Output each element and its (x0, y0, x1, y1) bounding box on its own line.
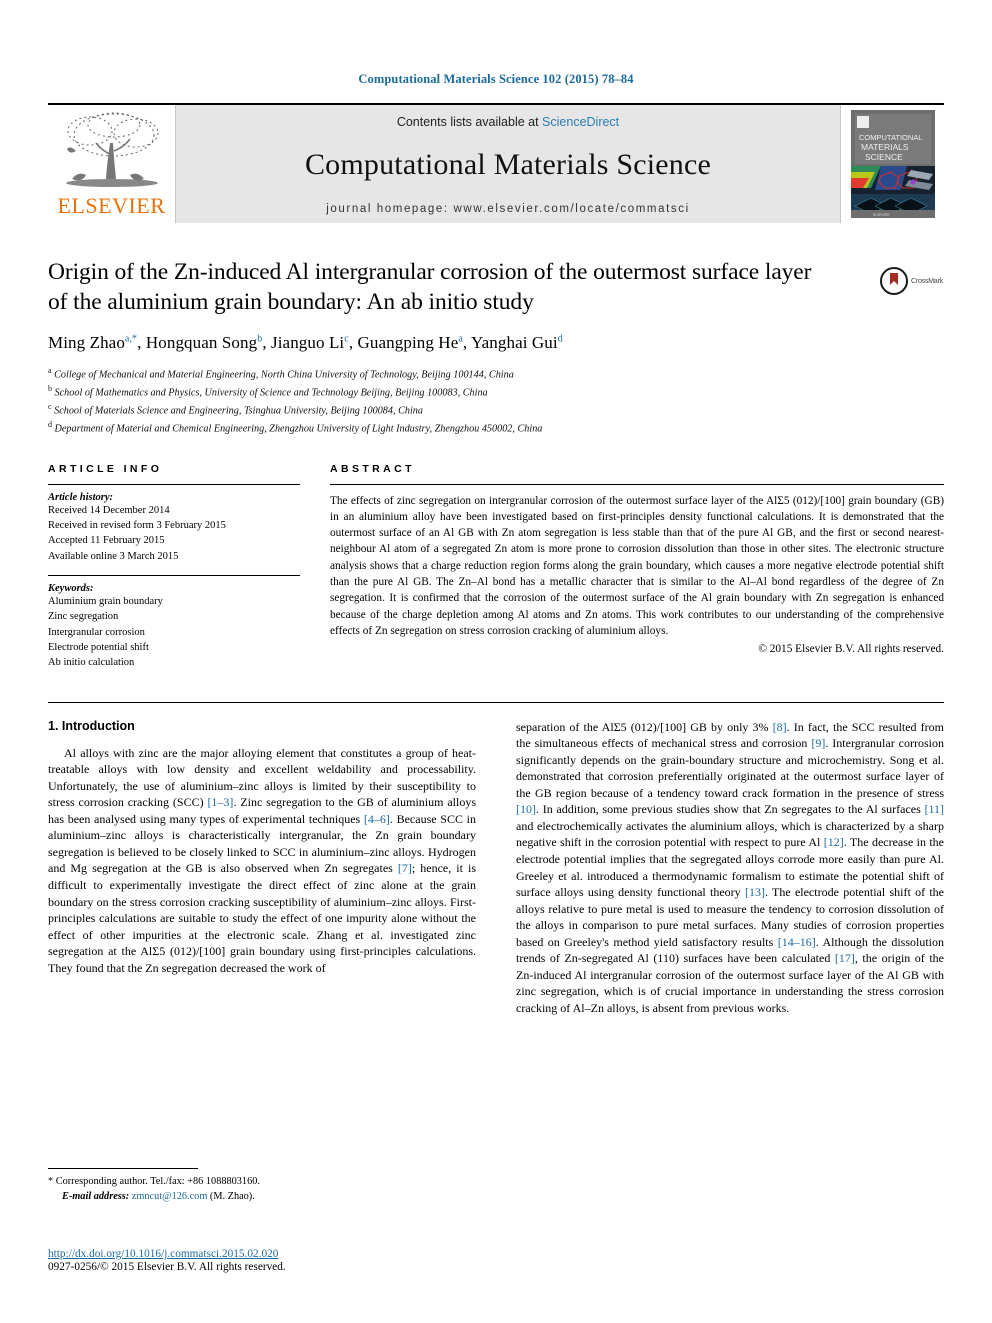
author-name: Hongquan Song (145, 333, 258, 353)
issn-copyright: 0927-0256/© 2015 Elsevier B.V. All right… (48, 1261, 286, 1273)
contents-prefix: Contents lists available at (396, 115, 543, 129)
journal-homepage-link[interactable]: journal homepage: www.elsevier.com/locat… (326, 203, 689, 215)
body-column-right: separation of the AlΣ5 (012)/[100] GB by… (516, 719, 944, 1017)
citation-link[interactable]: [8] (773, 720, 787, 734)
email-suffix: (M. Zhao). (209, 1190, 255, 1202)
footer-block: http://dx.doi.org/10.1016/j.commatsci.20… (48, 1248, 478, 1273)
keyword-item: Ab initio calculation (48, 657, 135, 669)
keywords-lines: Aluminium grain boundary Zinc segregation… (48, 594, 300, 671)
article-history: Article history: Received 14 December 20… (48, 485, 300, 573)
citation-link[interactable]: [4–6] (364, 812, 390, 826)
author-affiliation-mark: c (344, 333, 349, 345)
running-head: Computational Materials Science 102 (201… (358, 72, 634, 86)
page-title: Origin of the Zn-induced Al intergranula… (48, 259, 812, 316)
email-link[interactable]: zmncut@126.com (132, 1191, 208, 1202)
keyword-item: Electrode potential shift (48, 641, 149, 653)
abstract-copyright: © 2015 Elsevier B.V. All rights reserved… (758, 643, 944, 656)
article-info-column: ARTICLE INFO Article history: Received 1… (48, 463, 300, 680)
svg-text:COMPUTATIONAL: COMPUTATIONAL (859, 133, 922, 142)
affiliation-mark: a (48, 366, 52, 376)
affiliation: d Department of Material and Chemical En… (48, 419, 543, 435)
svg-text:MATERIALS: MATERIALS (861, 142, 909, 152)
citation-link[interactable]: [12] (824, 835, 844, 849)
article-history-lines: Received 14 December 2014 Received in rev… (48, 503, 300, 564)
title-block: Origin of the Zn-induced Al intergranula… (48, 257, 944, 437)
citation-link[interactable]: [11] (924, 802, 944, 816)
crossmark-label: CrossMark (911, 277, 944, 285)
affiliation-mark: c (48, 401, 52, 411)
journal-title: Computational Materials Science (304, 148, 712, 181)
journal-masthead: ELSEVIER Contents lists available at Sci… (48, 103, 944, 223)
citation-link[interactable]: [1–3] (207, 795, 233, 809)
author-name: Guangping He (357, 333, 459, 353)
author-list: Ming Zhaoa,*, Hongquan Songb, Jianguo Li… (48, 333, 563, 353)
affiliation: a College of Mechanical and Material Eng… (48, 366, 514, 381)
doi-link[interactable]: http://dx.doi.org/10.1016/j.commatsci.20… (48, 1248, 478, 1260)
abstract-column: ABSTRACT The effects of zinc segregation… (330, 463, 944, 680)
affiliation-mark: b (48, 384, 52, 394)
article-history-label: Article history: (48, 491, 114, 503)
keyword-item: Aluminium grain boundary (48, 595, 163, 607)
intro-paragraph-right: separation of the AlΣ5 (012)/[100] GB by… (516, 719, 945, 1015)
citation-link[interactable]: [13] (745, 885, 765, 899)
article-history-item: Accepted 11 February 2015 (48, 535, 165, 547)
author-name: Ming Zhao (48, 333, 125, 353)
affiliation-list: a College of Mechanical and Material Eng… (48, 365, 944, 437)
author-affiliation-mark: a (458, 333, 463, 345)
article-info-heading: ARTICLE INFO (48, 462, 163, 475)
abstract-text: The effects of zinc segregation on inter… (330, 494, 944, 637)
journal-band: Contents lists available at ScienceDirec… (176, 105, 840, 223)
author-affiliation-mark: d (557, 333, 563, 345)
body-separator-rule (48, 701, 944, 703)
body-column-left: 1. Introduction Al alloys with zinc are … (48, 719, 476, 1017)
citation-link[interactable]: [7] (398, 861, 412, 875)
svg-text:SCIENCE: SCIENCE (865, 152, 903, 162)
journal-cover-image: COMPUTATIONAL MATERIALS SCIENCE ELSEVIER (850, 110, 935, 218)
footnote-rule (48, 1168, 198, 1169)
svg-text:ELSEVIER: ELSEVIER (873, 213, 890, 217)
footnote-block: * Corresponding author. Tel./fax: +86 10… (48, 1168, 468, 1205)
email-note: E-mail address: zmncut@126.com (M. Zhao)… (48, 1190, 468, 1205)
elsevier-tree-icon (65, 112, 158, 187)
abstract-heading: ABSTRACT (330, 462, 415, 475)
keywords-block: Keywords: Aluminium grain boundary Zinc s… (48, 576, 300, 680)
paper-page: Computational Materials Science 102 (201… (0, 0, 992, 1323)
citation-link[interactable]: [10] (516, 802, 536, 816)
citation-link[interactable]: [9] (811, 736, 825, 750)
body-columns: 1. Introduction Al alloys with zinc are … (48, 719, 944, 1017)
citation-link[interactable]: [14–16] (778, 935, 816, 949)
author-name: Yanghai Gui (470, 333, 558, 353)
crossmark-badge[interactable]: CrossMark (880, 259, 944, 303)
email-label: E-mail address: (62, 1190, 130, 1202)
affiliation-mark: d (48, 419, 52, 429)
sciencedirect-link[interactable]: ScienceDirect (542, 115, 619, 129)
section-heading-introduction: 1. Introduction (48, 718, 135, 733)
keywords-label: Keywords: (48, 582, 94, 594)
intro-paragraph-left: Al alloys with zinc are the major alloyi… (48, 745, 477, 975)
article-history-item: Received 14 December 2014 (48, 504, 170, 516)
article-history-item: Available online 3 March 2015 (48, 550, 179, 562)
contents-available-line: Contents lists available at ScienceDirec… (397, 115, 619, 129)
citation-link[interactable]: [17] (835, 951, 855, 965)
corresponding-author-note: * Corresponding author. Tel./fax: +86 10… (48, 1176, 260, 1187)
affiliation: c School of Materials Science and Engine… (48, 401, 423, 417)
author-affiliation-mark: a,* (124, 333, 138, 345)
journal-cover: COMPUTATIONAL MATERIALS SCIENCE ELSEVIER (840, 105, 944, 223)
author-name: Jianguo Li (271, 333, 345, 353)
keyword-item: Intergranular corrosion (48, 626, 145, 638)
affiliation: b School of Mathematics and Physics, Uni… (48, 384, 488, 399)
keyword-item: Zinc segregation (48, 611, 119, 623)
crossmark-icon (880, 267, 908, 295)
elsevier-logo: ELSEVIER (48, 105, 176, 223)
author-affiliation-mark: b (257, 333, 263, 345)
elsevier-wordmark: ELSEVIER (57, 193, 166, 218)
article-history-item: Received in revised form 3 February 2015 (48, 519, 226, 531)
info-abstract-row: ARTICLE INFO Article history: Received 1… (48, 463, 944, 680)
